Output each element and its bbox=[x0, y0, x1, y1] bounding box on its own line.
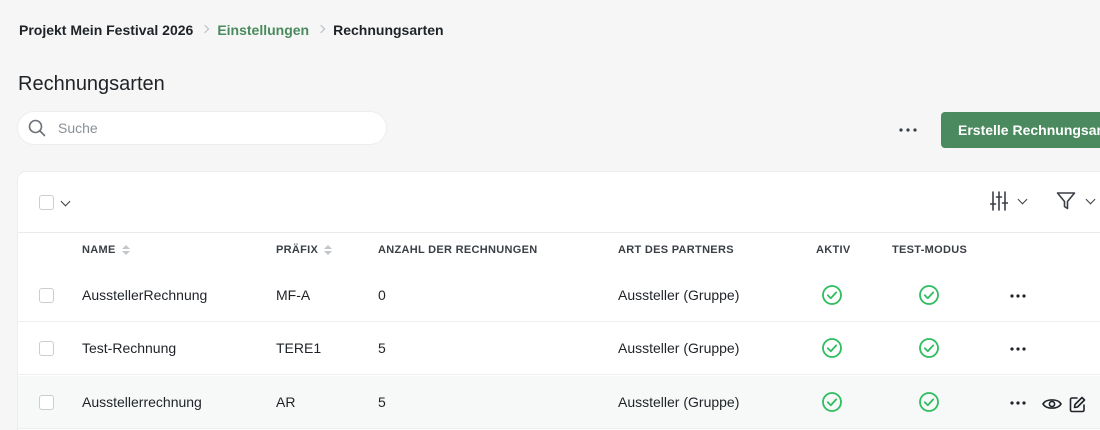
chevron-down-icon bbox=[1084, 194, 1098, 208]
chevron-down-icon bbox=[1016, 194, 1030, 208]
row-checkbox[interactable] bbox=[39, 395, 54, 410]
cell-partner: Aussteller (Gruppe) bbox=[618, 287, 740, 303]
row-more-button[interactable] bbox=[1006, 339, 1030, 359]
chevron-down-icon[interactable] bbox=[59, 196, 73, 210]
row-more-button[interactable] bbox=[1006, 286, 1030, 306]
edit-icon[interactable] bbox=[1069, 396, 1086, 416]
row-checkbox[interactable] bbox=[39, 341, 54, 356]
invoice-types-table: NAME PRÄFIX ANZAHL DER RECHNUNGEN ART DE… bbox=[18, 172, 1100, 430]
active-check-circle-icon bbox=[821, 391, 843, 413]
cell-name[interactable]: Ausstellerrechnung bbox=[82, 394, 202, 410]
select-all-control bbox=[39, 195, 73, 210]
more-horizontal-icon bbox=[899, 128, 917, 132]
test-mode-check-circle-icon bbox=[918, 284, 940, 306]
filter-button[interactable] bbox=[1056, 191, 1098, 211]
eye-icon[interactable] bbox=[1042, 397, 1062, 414]
breadcrumb: Projekt Mein Festival 2026 Einstellungen… bbox=[19, 20, 444, 40]
breadcrumb-settings[interactable]: Einstellungen bbox=[217, 22, 309, 38]
column-header-name[interactable]: NAME bbox=[82, 244, 130, 256]
search-icon bbox=[28, 119, 46, 137]
row-checkbox[interactable] bbox=[39, 288, 54, 303]
breadcrumb-current: Rechnungsarten bbox=[333, 22, 444, 38]
search-box[interactable] bbox=[18, 112, 386, 144]
cell-count: 5 bbox=[378, 394, 386, 410]
more-horizontal-icon bbox=[1010, 347, 1026, 351]
filter-icon bbox=[1056, 192, 1076, 210]
more-horizontal-icon bbox=[1010, 294, 1026, 298]
select-all-checkbox[interactable] bbox=[39, 195, 54, 210]
table-row[interactable]: Ausstellerrechnung AR 5 Aussteller (Gruppe) bbox=[18, 376, 1100, 429]
cell-name[interactable]: Test-Rechnung bbox=[82, 340, 176, 356]
test-mode-check-circle-icon bbox=[918, 337, 940, 359]
cell-partner: Aussteller (Gruppe) bbox=[618, 340, 740, 356]
column-settings-button[interactable] bbox=[990, 191, 1030, 211]
cell-partner: Aussteller (Gruppe) bbox=[618, 394, 740, 410]
sort-icon[interactable] bbox=[121, 245, 130, 255]
cell-prefix: MF-A bbox=[276, 287, 311, 303]
cell-prefix: TERE1 bbox=[276, 340, 322, 356]
sliders-icon bbox=[990, 191, 1008, 211]
search-input[interactable] bbox=[58, 120, 358, 136]
column-header-count: ANZAHL DER RECHNUNGEN bbox=[378, 244, 538, 256]
table-toolbar bbox=[18, 172, 1100, 233]
table-row[interactable]: Test-Rechnung TERE1 5 Aussteller (Gruppe) bbox=[18, 322, 1100, 375]
more-horizontal-icon bbox=[1010, 401, 1026, 405]
test-mode-check-circle-icon bbox=[918, 391, 940, 413]
table-header: NAME PRÄFIX ANZAHL DER RECHNUNGEN ART DE… bbox=[18, 233, 1100, 269]
column-header-partner: ART DES PARTNERS bbox=[618, 244, 734, 256]
column-header-active: AKTIV bbox=[816, 244, 851, 256]
breadcrumb-chevron-icon bbox=[309, 20, 333, 40]
page-title: Rechnungsarten bbox=[18, 73, 165, 95]
cell-prefix: AR bbox=[276, 394, 296, 410]
breadcrumb-project[interactable]: Projekt Mein Festival 2026 bbox=[19, 22, 193, 38]
more-actions-button[interactable] bbox=[896, 120, 920, 140]
active-check-circle-icon bbox=[821, 337, 843, 359]
create-invoice-type-button[interactable]: Erstelle Rechnungsarten bbox=[941, 112, 1100, 148]
sort-icon[interactable] bbox=[324, 245, 333, 255]
cell-count: 0 bbox=[378, 287, 386, 303]
column-header-test-mode: TEST-MODUS bbox=[892, 244, 968, 256]
table-row[interactable]: AusstellerRechnung MF-A 0 Aussteller (Grupp… bbox=[18, 269, 1100, 322]
row-more-button[interactable] bbox=[1006, 393, 1030, 413]
column-header-prefix[interactable]: PRÄFIX bbox=[276, 244, 333, 256]
active-check-circle-icon bbox=[821, 284, 843, 306]
cell-name[interactable]: AusstellerRechnung bbox=[82, 287, 207, 303]
cell-count: 5 bbox=[378, 340, 386, 356]
breadcrumb-chevron-icon bbox=[193, 20, 217, 40]
